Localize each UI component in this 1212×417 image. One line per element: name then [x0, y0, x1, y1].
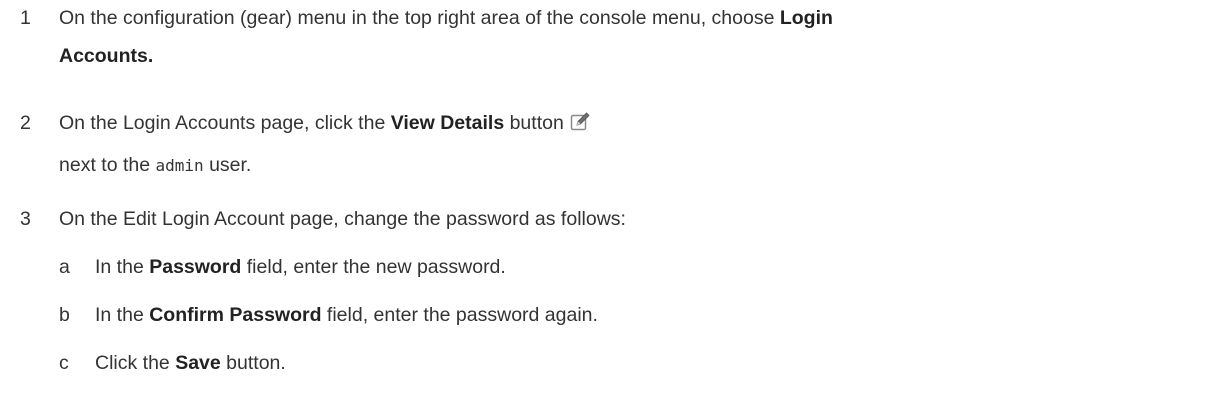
- step-text: On the configuration (gear) menu in the …: [59, 4, 1209, 33]
- substep-letter: b: [59, 304, 70, 326]
- menu-item-login-accounts-label-continued: Accounts.: [59, 45, 154, 67]
- substep-text-plain: In the: [95, 304, 150, 326]
- step-text-plain: next to the: [59, 154, 156, 176]
- step-text-plain: On the Login Accounts page, click the: [59, 112, 391, 134]
- step-number: 1: [20, 7, 31, 29]
- password-field-label: Password: [149, 256, 242, 278]
- step-text-plain: button: [504, 112, 564, 134]
- menu-item-login-accounts-label: Login: [779, 7, 833, 29]
- admin-username: admin: [155, 156, 204, 175]
- substep-text: In the Password field, enter the new pas…: [95, 253, 1195, 282]
- step-number: 2: [20, 112, 31, 134]
- step-text: On the Login Accounts page, click the Vi…: [59, 109, 1209, 140]
- step-text-continued: next to the admin user.: [59, 151, 1209, 180]
- substep-text-plain: In the: [95, 256, 150, 278]
- substep-text: In the Confirm Password field, enter the…: [95, 301, 1195, 330]
- confirm-password-field-label: Confirm Password: [149, 304, 322, 326]
- view-details-button-label: View Details: [390, 112, 505, 134]
- step-text-continued: Accounts.: [59, 42, 1209, 71]
- substep-text: Click the Save button.: [95, 349, 1195, 378]
- edit-icon: [570, 111, 590, 140]
- substep-text-plain: field, enter the password again.: [321, 304, 598, 326]
- substep-text-plain: Click the: [95, 352, 176, 374]
- step-text-plain: On the configuration (gear) menu in the …: [59, 7, 780, 29]
- substep-letter: a: [59, 256, 70, 278]
- substep-text-plain: button.: [220, 352, 286, 374]
- step-text: On the Edit Login Account page, change t…: [59, 208, 626, 230]
- save-button-label: Save: [175, 352, 221, 374]
- step-number: 3: [20, 208, 31, 230]
- step-text-plain: user.: [203, 154, 252, 176]
- substep-letter: c: [59, 352, 69, 374]
- substep-text-plain: field, enter the new password.: [241, 256, 506, 278]
